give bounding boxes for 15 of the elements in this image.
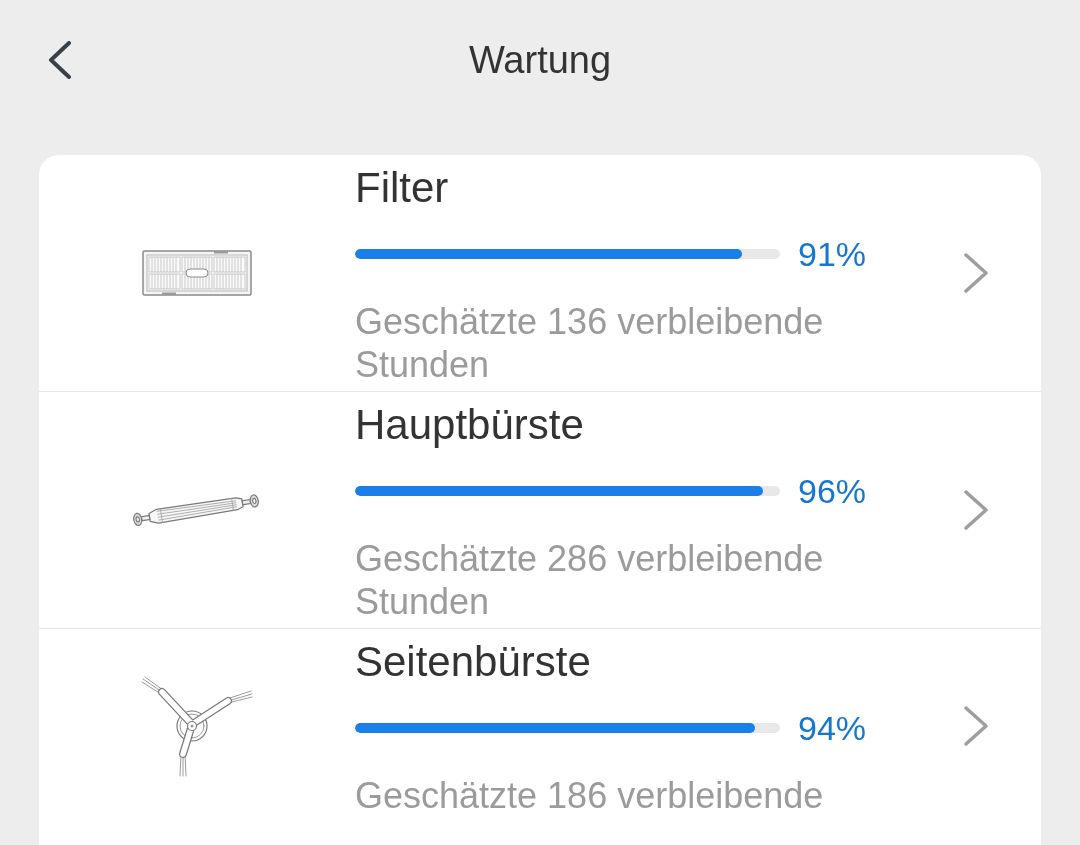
percent-label: 94% (798, 708, 867, 748)
percent-label: 91% (798, 234, 867, 274)
chevron-icon[interactable] (963, 252, 989, 294)
percent-label: 96% (798, 471, 867, 511)
back-icon (48, 41, 72, 79)
item-name: Filter (355, 165, 449, 211)
remaining-hours-text: Geschätzte 286 verbleibende Stunden (355, 537, 825, 623)
item-name: Seitenbürste (355, 639, 591, 685)
page-title: Wartung (468, 38, 612, 83)
filter-icon (142, 250, 252, 296)
remaining-hours-text: Geschätzte 186 verbleibende (355, 774, 824, 817)
chevron-icon[interactable] (963, 704, 989, 747)
chevron-icon[interactable] (963, 489, 989, 531)
remaining-hours-text: Geschätzte 136 verbleibende Stunden (355, 300, 825, 386)
item-name: Hauptbürste (355, 402, 584, 448)
